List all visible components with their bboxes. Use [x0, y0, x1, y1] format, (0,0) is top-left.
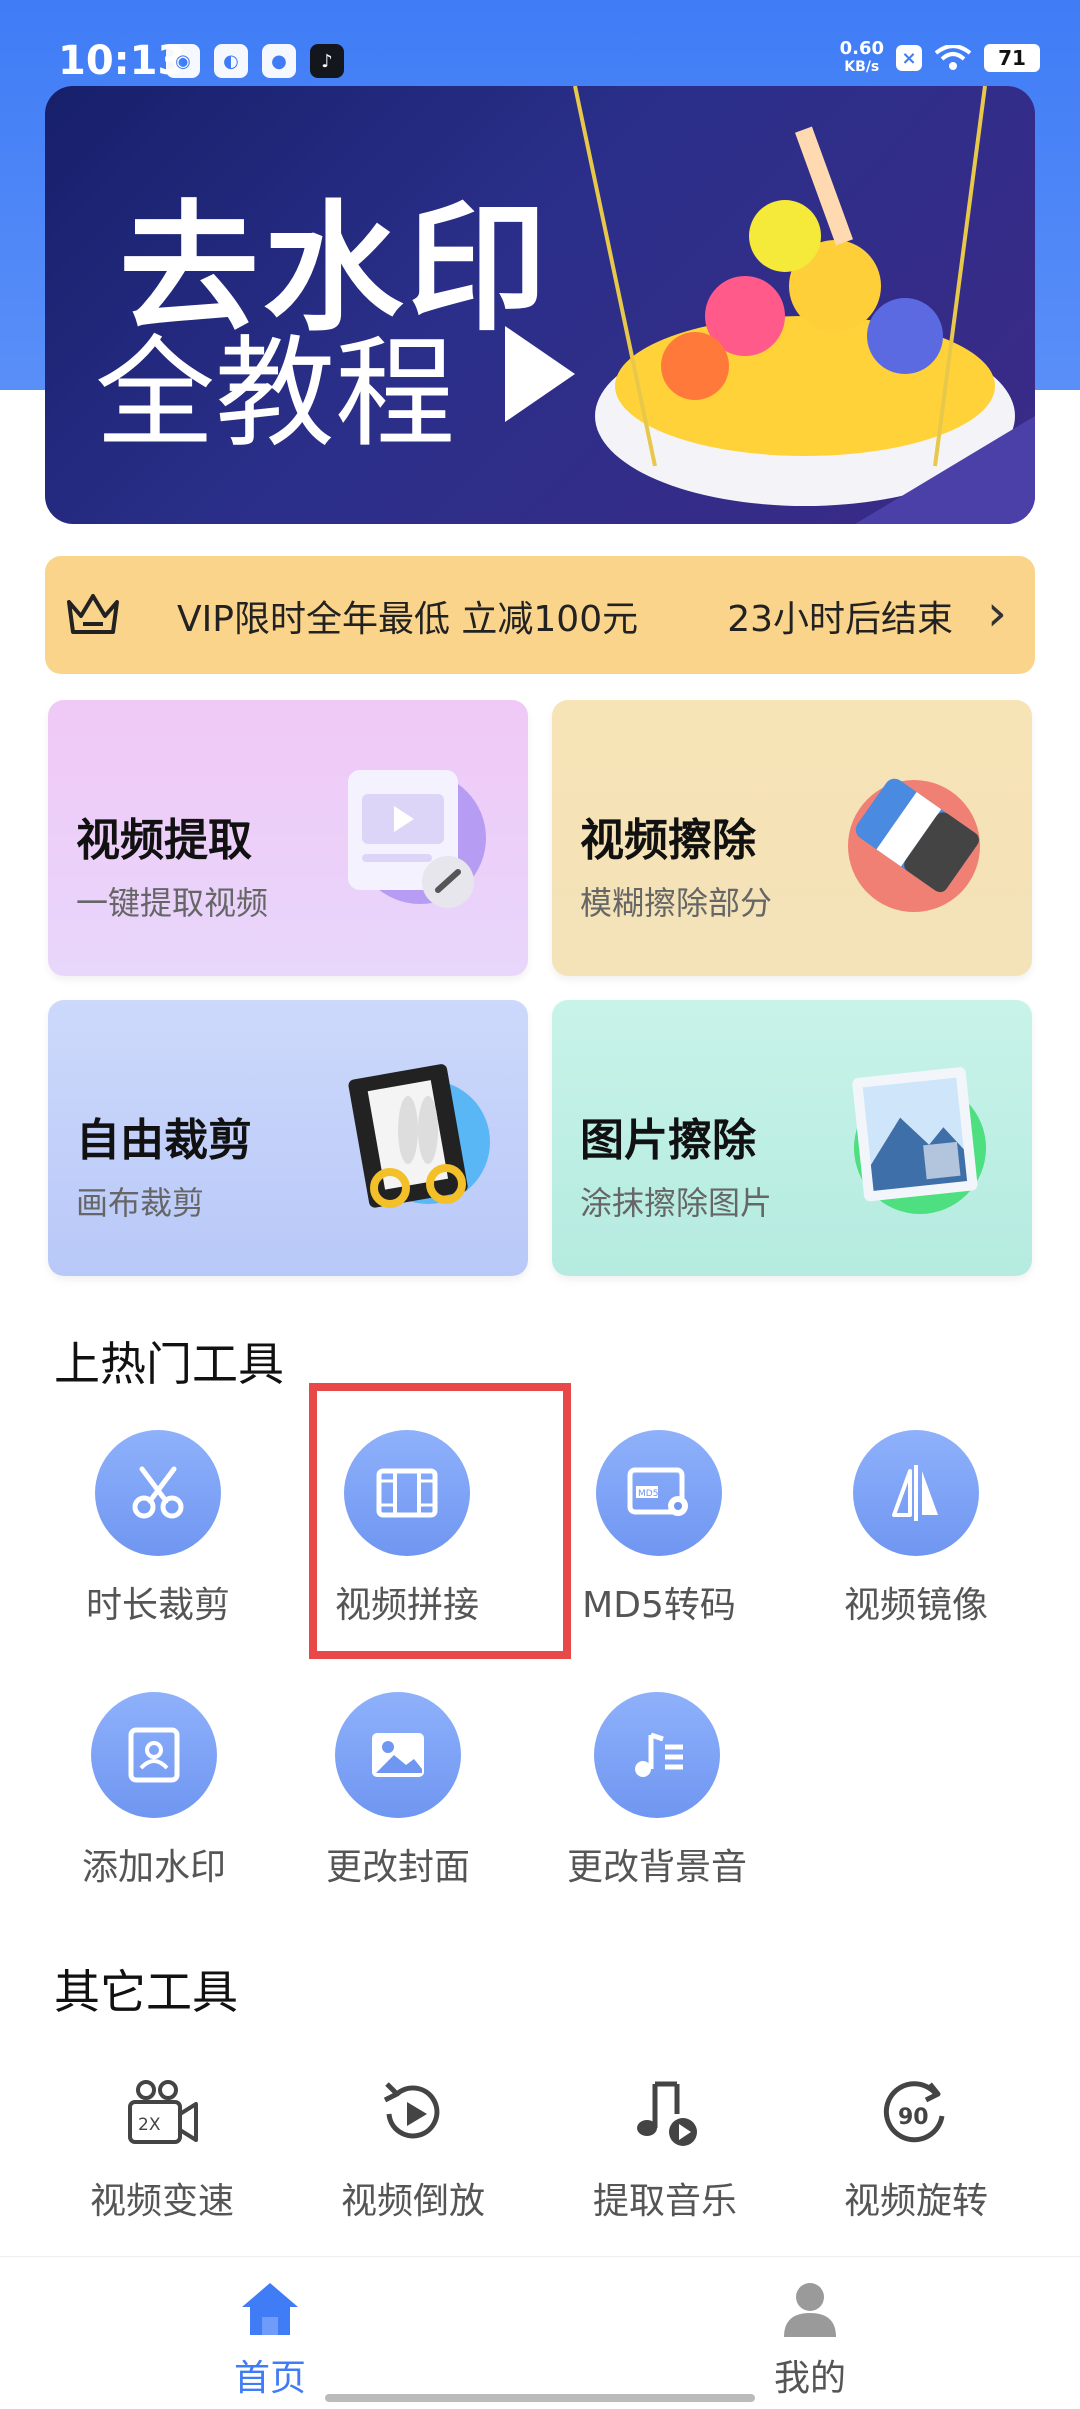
banner-subtitle: 全教程	[95, 325, 455, 464]
mirror-icon	[853, 1430, 979, 1556]
tool-label: 视频变速	[89, 2181, 234, 2222]
tab-home[interactable]: 首页	[170, 2279, 370, 2401]
rewind-play-icon	[383, 2082, 440, 2139]
tool-video-speed[interactable]: 2X 视频变速	[52, 2074, 272, 2224]
vip-promo-bar[interactable]: VIP限时全年最低 立减100元 23小时后结束 ›	[45, 556, 1035, 674]
music-note-icon	[637, 2081, 697, 2146]
home-indicator	[325, 2394, 755, 2402]
tool-label: 视频镜像	[843, 1585, 988, 1626]
tutorial-banner[interactable]: 去水印 全教程	[45, 86, 1035, 524]
tool-video-rotate[interactable]: 90 视频旋转	[806, 2074, 1026, 2224]
image-icon	[335, 1692, 461, 1818]
tool-label: 提取音乐	[592, 2181, 737, 2222]
notification-app-icon: ◐	[214, 44, 248, 78]
tab-mine[interactable]: 我的	[710, 2279, 910, 2401]
crowd-illustration	[573, 86, 1035, 524]
wifi-icon	[934, 45, 972, 70]
rotate-badge: 90	[898, 2105, 929, 2130]
tool-label: 视频旋转	[843, 2181, 988, 2222]
tool-label: 添加水印	[81, 1847, 226, 1888]
eraser-icon	[848, 778, 980, 912]
tool-extract-music[interactable]: 提取音乐	[555, 2074, 775, 2224]
card-title: 视频擦除	[580, 815, 756, 866]
speed-unit: KB/s	[844, 59, 880, 75]
no-sim-icon: ×	[896, 45, 922, 71]
card-title: 视频提取	[76, 815, 252, 866]
card-subtitle: 画布裁剪	[76, 1184, 205, 1222]
card-image-erase[interactable]: 图片擦除 涂抹擦除图片	[552, 1000, 1032, 1276]
notification-icons: ◉ ◐ ● ♪	[166, 44, 344, 78]
vip-countdown: 23小时后结束	[727, 599, 953, 640]
card-video-extract[interactable]: 视频提取 一键提取视频	[48, 700, 528, 976]
camera-2x-icon: 2X	[128, 2080, 198, 2144]
tool-video-reverse[interactable]: 视频倒放	[303, 2074, 523, 2224]
other-tools-title: 其它工具	[54, 1965, 238, 2019]
tool-video-mirror[interactable]: 视频镜像	[806, 1430, 1026, 1628]
svg-text:MD5: MD5	[638, 1489, 658, 1499]
scissors-icon	[95, 1430, 221, 1556]
card-free-crop[interactable]: 自由裁剪 画布裁剪	[48, 1000, 528, 1276]
tool-label: 视频倒放	[340, 2181, 485, 2222]
tool-label: MD5转码	[582, 1585, 736, 1626]
tool-change-cover[interactable]: 更改封面	[288, 1692, 508, 1890]
tool-label: 更改封面	[325, 1847, 470, 1888]
battery-icon: 71	[984, 44, 1040, 72]
tiktok-icon: ♪	[310, 44, 344, 78]
landscape-photo-icon	[852, 1067, 986, 1214]
rotate-90-icon: 90	[883, 2081, 945, 2143]
card-video-erase[interactable]: 视频擦除 模糊擦除部分	[552, 700, 1032, 976]
portrait-frame-icon	[91, 1692, 217, 1818]
vip-offer-text: VIP限时全年最低 立减100元	[177, 599, 639, 640]
music-list-icon	[594, 1692, 720, 1818]
home-icon	[242, 2283, 298, 2335]
speed-value: 0.60	[839, 38, 884, 59]
card-title: 图片擦除	[580, 1115, 756, 1166]
card-title: 自由裁剪	[76, 1115, 252, 1166]
hot-tools-title: 上热门工具	[54, 1337, 284, 1391]
tool-label: 时长裁剪	[85, 1585, 230, 1626]
film-scissors-icon	[348, 1064, 490, 1208]
crown-icon	[67, 594, 119, 634]
bottom-tab-bar: 首页 我的	[0, 2256, 1080, 2409]
card-subtitle: 一键提取视频	[76, 884, 269, 922]
person-icon	[784, 2283, 836, 2337]
tool-md5[interactable]: MD5 MD5转码	[549, 1430, 769, 1628]
tool-duration-crop[interactable]: 时长裁剪	[48, 1430, 268, 1628]
card-subtitle: 涂抹擦除图片	[580, 1184, 773, 1222]
network-speed: 0.60 KB/s	[840, 40, 884, 76]
tool-label: 更改背景音	[566, 1847, 747, 1888]
selection-highlight	[309, 1383, 571, 1659]
notification-app-icon: ◉	[166, 44, 200, 78]
tool-add-watermark[interactable]: 添加水印	[44, 1692, 264, 1890]
chevron-right-icon: ›	[987, 584, 1007, 642]
tool-change-bgm[interactable]: 更改背景音	[547, 1692, 767, 1890]
md5-gear-icon: MD5	[596, 1430, 722, 1556]
notification-app-icon: ●	[262, 44, 296, 78]
speed-badge: 2X	[138, 2115, 161, 2135]
card-subtitle: 模糊擦除部分	[580, 884, 773, 922]
status-right: 0.60 KB/s × 71	[840, 40, 1040, 76]
video-link-icon	[348, 770, 486, 908]
